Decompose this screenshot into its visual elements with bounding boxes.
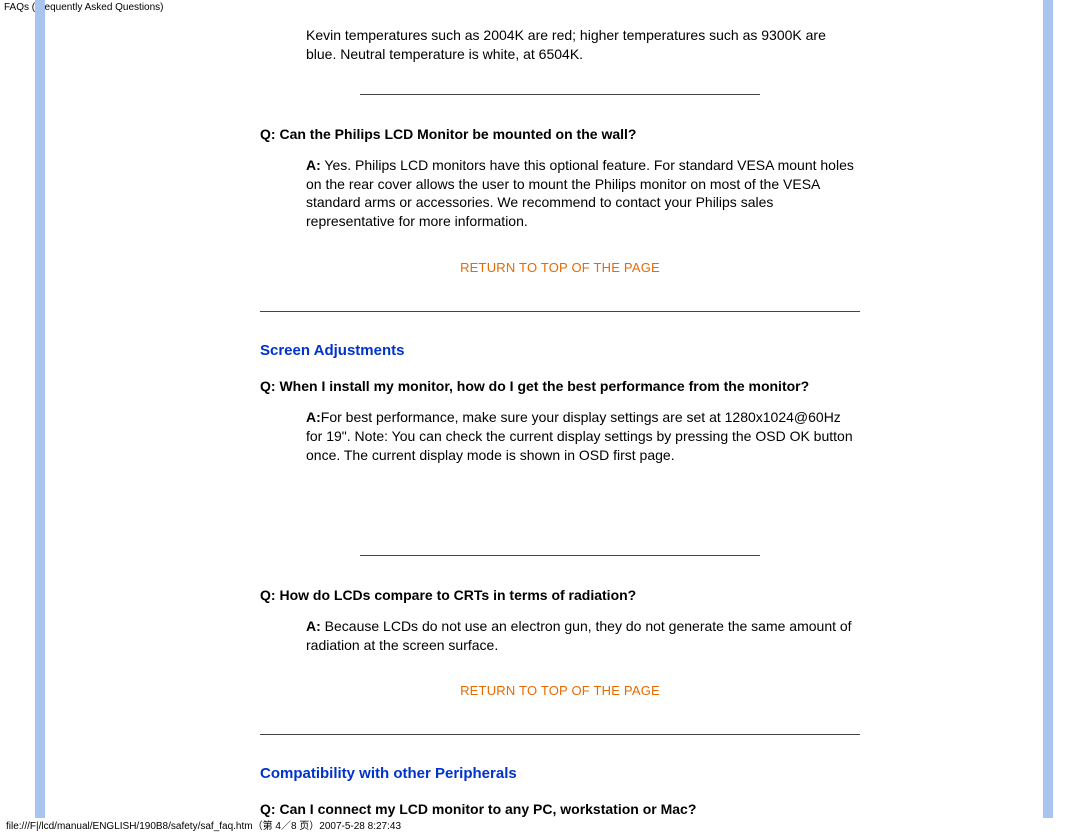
q-label: Q:	[260, 378, 276, 394]
a-text: Yes. Philips LCD monitors have this opti…	[306, 157, 854, 230]
q-text: Can I connect my LCD monitor to any PC, …	[276, 801, 697, 817]
section-compatibility: Compatibility with other Peripherals	[260, 765, 860, 782]
footer-file-path: file:///F|/lcd/manual/ENGLISH/190B8/safe…	[6, 817, 401, 832]
return-top-link-wrap: RETURN TO TOP OF THE PAGE	[260, 682, 860, 698]
faq-answer-radiation: A: Because LCDs do not use an electron g…	[306, 617, 860, 655]
faq-question-radiation: Q: How do LCDs compare to CRTs in terms …	[260, 586, 860, 605]
main-content: Kevin temperatures such as 2004K are red…	[260, 18, 860, 831]
divider-short	[360, 94, 760, 95]
page-header-title: FAQs (Frequently Asked Questions)	[0, 0, 168, 15]
q-label: Q:	[260, 801, 276, 817]
a-label: A:	[306, 618, 321, 634]
faq-question-best-performance: Q: When I install my monitor, how do I g…	[260, 377, 860, 396]
faq-answer-best-performance: A:For best performance, make sure your d…	[306, 408, 860, 465]
page: FAQs (Frequently Asked Questions) Kevin …	[0, 0, 1080, 834]
divider-full	[260, 734, 860, 735]
q-text: When I install my monitor, how do I get …	[276, 378, 810, 394]
right-decor-bar	[1043, 0, 1053, 818]
divider-full	[260, 311, 860, 312]
q-label: Q:	[260, 126, 276, 142]
a-text: For best performance, make sure your dis…	[306, 409, 853, 463]
a-label: A:	[306, 409, 321, 425]
intro-text: Kevin temperatures such as 2004K are red…	[306, 26, 860, 64]
q-text: How do LCDs compare to CRTs in terms of …	[276, 587, 637, 603]
q-text: Can the Philips LCD Monitor be mounted o…	[276, 126, 637, 142]
section-screen-adjustments: Screen Adjustments	[260, 342, 860, 359]
q-label: Q:	[260, 587, 276, 603]
return-top-link-wrap: RETURN TO TOP OF THE PAGE	[260, 259, 860, 275]
return-top-link[interactable]: RETURN TO TOP OF THE PAGE	[460, 683, 660, 698]
left-decor-bar	[35, 0, 45, 818]
a-text: Because LCDs do not use an electron gun,…	[306, 618, 852, 653]
faq-question-wall-mount: Q: Can the Philips LCD Monitor be mounte…	[260, 125, 860, 144]
faq-answer-wall-mount: A: Yes. Philips LCD monitors have this o…	[306, 156, 860, 232]
return-top-link[interactable]: RETURN TO TOP OF THE PAGE	[460, 260, 660, 275]
a-label: A:	[306, 157, 321, 173]
divider-short	[360, 555, 760, 556]
